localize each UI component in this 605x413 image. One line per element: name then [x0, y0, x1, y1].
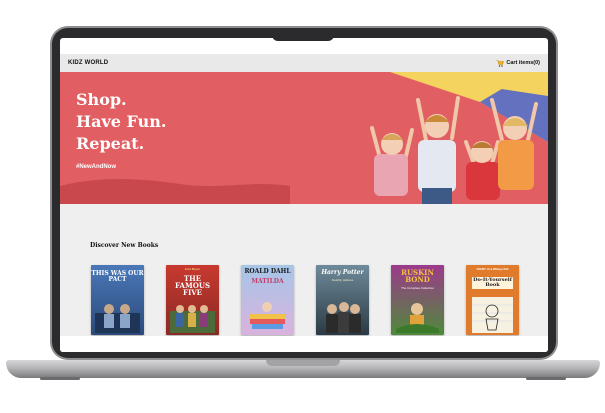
book-title: THE FAMOUS FIVE — [175, 274, 210, 297]
book-cover-6[interactable]: DIARY of a Wimpy Kid Do-It-Yourself Book — [466, 265, 519, 335]
book-cover-2[interactable]: Enid Blyton THE FAMOUS FIVE — [166, 265, 219, 335]
book-illustration — [170, 305, 215, 333]
book-illustration — [95, 304, 140, 333]
laptop-base-opening — [266, 360, 340, 366]
laptop-foot-right — [526, 377, 566, 380]
cart-button[interactable]: Cart items(0) — [496, 59, 540, 67]
book-title: RUSKIN BOND — [401, 268, 434, 284]
hero-banner: Shop. Have Fun. Repeat. #NewAndNow — [60, 72, 548, 204]
brand-logo[interactable]: KIDZ WORLD — [68, 60, 108, 66]
book-author: Deathly Hallows — [331, 278, 354, 282]
book-illustration — [249, 302, 286, 329]
hero-line-3: Repeat. — [76, 134, 145, 153]
book-author: ROALD DAHL — [244, 268, 291, 275]
book-cover-4[interactable]: Harry Potter Deathly Hallows — [316, 265, 369, 335]
laptop-screen: KIDZ WORLD Cart items(0) Shop. Have Fun.… — [60, 38, 548, 352]
book-title: Harry Potter — [321, 269, 364, 276]
screen-bottom-strip — [60, 336, 548, 352]
content-area: Discover New Books THIS WAS OUR PACT Eni… — [60, 204, 548, 352]
hero-line-1: Shop. — [76, 90, 127, 109]
book-title: MATILDA — [251, 278, 284, 285]
hero-hashtag[interactable]: #NewAndNow — [76, 164, 116, 170]
book-illustration — [326, 302, 361, 333]
kids-cheering-image — [370, 96, 538, 204]
cart-label: Cart items(0) — [506, 60, 540, 66]
book-illustration — [472, 297, 513, 333]
laptop-foot-left — [40, 377, 80, 380]
site-header: KIDZ WORLD Cart items(0) — [60, 54, 548, 72]
book-author: Enid Blyton — [184, 267, 201, 271]
book-title: THIS WAS OUR PACT — [91, 270, 144, 283]
cart-icon — [496, 59, 505, 67]
book-title: Do-It-Yourself Book — [472, 277, 513, 289]
section-title: Discover New Books — [90, 242, 159, 249]
book-cover-3[interactable]: ROALD DAHL MATILDA — [241, 265, 294, 335]
book-cover-1[interactable]: THIS WAS OUR PACT — [91, 265, 144, 335]
book-author: The Complete Collection — [401, 286, 434, 290]
book-author: DIARY of a Wimpy Kid — [476, 267, 509, 271]
book-illustration — [396, 303, 439, 333]
camera-notch — [272, 34, 334, 41]
hero-line-2: Have Fun. — [76, 112, 167, 131]
book-cover-5[interactable]: RUSKIN BOND The Complete Collection — [391, 265, 444, 335]
